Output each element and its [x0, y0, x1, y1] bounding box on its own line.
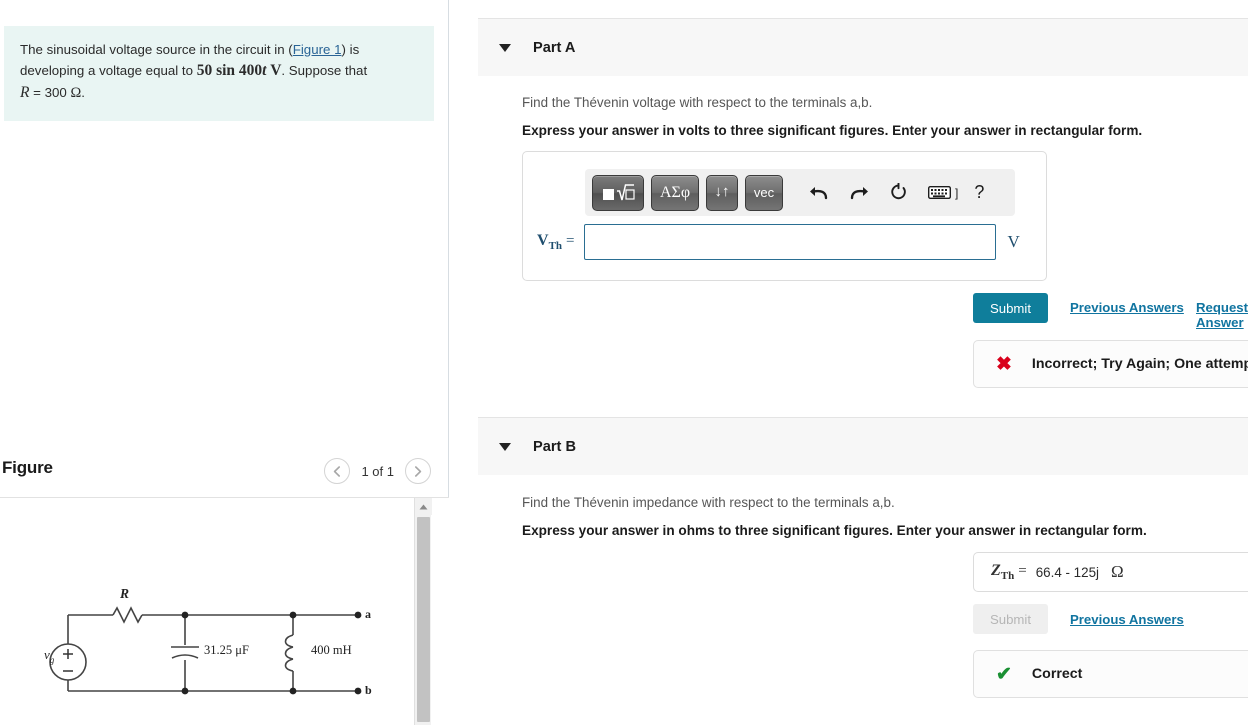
figure-1-link[interactable]: Figure 1: [293, 42, 342, 57]
terminal-a-label: a: [365, 607, 371, 621]
greek-letters-button[interactable]: ΑΣφ: [651, 174, 699, 211]
part-a-submit-button[interactable]: Submit: [973, 293, 1048, 323]
question-text: The sinusoidal voltage source in the cir…: [20, 40, 418, 105]
inductor-label: 400 mH: [311, 643, 352, 657]
keyboard-button[interactable]: ]: [928, 186, 958, 200]
redo-button[interactable]: [849, 184, 869, 201]
reset-button[interactable]: [889, 183, 908, 202]
scroll-up-button[interactable]: [415, 498, 432, 515]
part-b-previous-answers-link[interactable]: Previous Answers: [1070, 612, 1184, 627]
question-line1-a: The sinusoidal voltage source in the cir…: [20, 42, 289, 57]
figure-scrollbar[interactable]: [414, 498, 432, 725]
question-statement-box: The sinusoidal voltage source in the cir…: [4, 26, 434, 121]
question-line2-a: developing a voltage equal to: [20, 62, 197, 78]
greek-glyph: ΑΣφ: [659, 183, 691, 201]
collapse-caret-icon[interactable]: [499, 43, 511, 52]
figure-header: Figure 1 of 1: [0, 458, 449, 496]
keyboard-icon: [928, 186, 951, 199]
triangle-up-icon: [419, 504, 428, 509]
part-a-feedback-text: Incorrect; Try Again; One attempt remain…: [1031, 356, 1248, 372]
arrows-glyph: ↓↑: [714, 184, 730, 200]
collapse-caret-icon[interactable]: [499, 442, 511, 451]
redo-arrow-icon: [850, 187, 868, 200]
part-a-request-answer-link[interactable]: Request Answer: [1196, 300, 1248, 330]
terminal-b-label: b: [365, 683, 372, 697]
check-mark-icon: ✔: [996, 663, 1012, 685]
figure-counter: 1 of 1: [361, 463, 394, 479]
template-root-button[interactable]: [592, 174, 644, 211]
part-b-prompt: Find the Thévenin impedance with respect…: [522, 495, 895, 510]
figure-prev-button[interactable]: [324, 458, 351, 484]
vth-unit: V: [1007, 232, 1020, 251]
part-b-header[interactable]: Part B: [478, 417, 1248, 475]
part-a-answer-container: ΑΣφ ↓↑ vec] ? VTh = V: [522, 151, 1047, 281]
help-button[interactable]: ?: [974, 182, 984, 203]
undo-button[interactable]: [809, 184, 829, 201]
right-panel: Part A Find the Thévenin voltage with re…: [450, 0, 1248, 725]
part-b-feedback: ✔ Correct: [973, 650, 1248, 698]
zth-unit: Ω: [1111, 562, 1124, 581]
part-a-input-row: VTh = V: [523, 224, 1046, 260]
question-line2-b: . Suppose that: [281, 62, 368, 78]
reset-circle-icon: [891, 183, 906, 200]
part-a-previous-answers-link[interactable]: Previous Answers: [1070, 300, 1184, 315]
resistor-label: R: [120, 586, 130, 601]
part-b-feedback-text: Correct: [1031, 666, 1083, 682]
figure-next-button[interactable]: [405, 458, 431, 484]
left-panel: The sinusoidal voltage source in the cir…: [0, 0, 449, 725]
part-b-answer-container: ZTh = 66.4 - 125j Ω: [973, 552, 1248, 592]
keyboard-suffix: ]: [955, 185, 959, 200]
scrollbar-thumb[interactable]: [417, 517, 430, 722]
figure-title: Figure: [2, 458, 53, 477]
math-toolbar: ΑΣφ ↓↑ vec] ?: [585, 169, 1015, 216]
figure-viewport: vg R 31.25 μF 400 mH a b: [0, 497, 449, 725]
capacitor-label: 31.25 μF: [204, 643, 249, 657]
sqrt-template-icon: [603, 183, 635, 200]
chevron-right-icon: [415, 465, 422, 477]
arrows-button[interactable]: ↓↑: [706, 174, 738, 211]
vec-glyph: vec: [753, 185, 775, 200]
zth-label: ZTh =: [991, 561, 1027, 583]
voltage-expression-var: t: [262, 61, 267, 79]
help-icon: ?: [974, 182, 985, 202]
source-label: vg: [44, 647, 55, 666]
part-b-submit-button: Submit: [973, 604, 1048, 634]
part-a-feedback: ✖ Incorrect; Try Again; One attempt rema…: [973, 340, 1248, 388]
voltage-expression: 50 sin 400: [196, 61, 263, 79]
zth-value: 66.4 - 125j: [1035, 564, 1099, 580]
vth-label: VTh =: [537, 231, 575, 253]
vth-input[interactable]: [583, 224, 996, 260]
part-b-instruction: Express your answer in ohms to three sig…: [522, 523, 1147, 538]
resistance-value: = 300: [29, 85, 71, 101]
part-a-label: Part A: [533, 39, 576, 56]
chevron-left-icon: [334, 465, 341, 477]
ohm-symbol: Ω: [70, 85, 82, 102]
part-a-instruction: Express your answer in volts to three si…: [522, 123, 1143, 138]
figure-pagination: 1 of 1: [324, 458, 431, 484]
part-b-label: Part B: [533, 438, 576, 455]
vector-button[interactable]: vec: [745, 174, 783, 211]
undo-arrow-icon: [810, 187, 828, 200]
page-root: The sinusoidal voltage source in the cir…: [0, 0, 1248, 725]
part-a-header[interactable]: Part A: [478, 18, 1248, 76]
part-a-prompt: Find the Thévenin voltage with respect t…: [522, 95, 873, 110]
circuit-diagram: vg R 31.25 μF 400 mH a b: [0, 498, 412, 725]
circuit-schematic-svg: [49, 606, 362, 695]
period: .: [81, 85, 85, 101]
question-line1-b: ) is: [341, 42, 360, 57]
voltage-unit: V: [270, 61, 282, 79]
x-mark-icon: ✖: [996, 353, 1012, 375]
